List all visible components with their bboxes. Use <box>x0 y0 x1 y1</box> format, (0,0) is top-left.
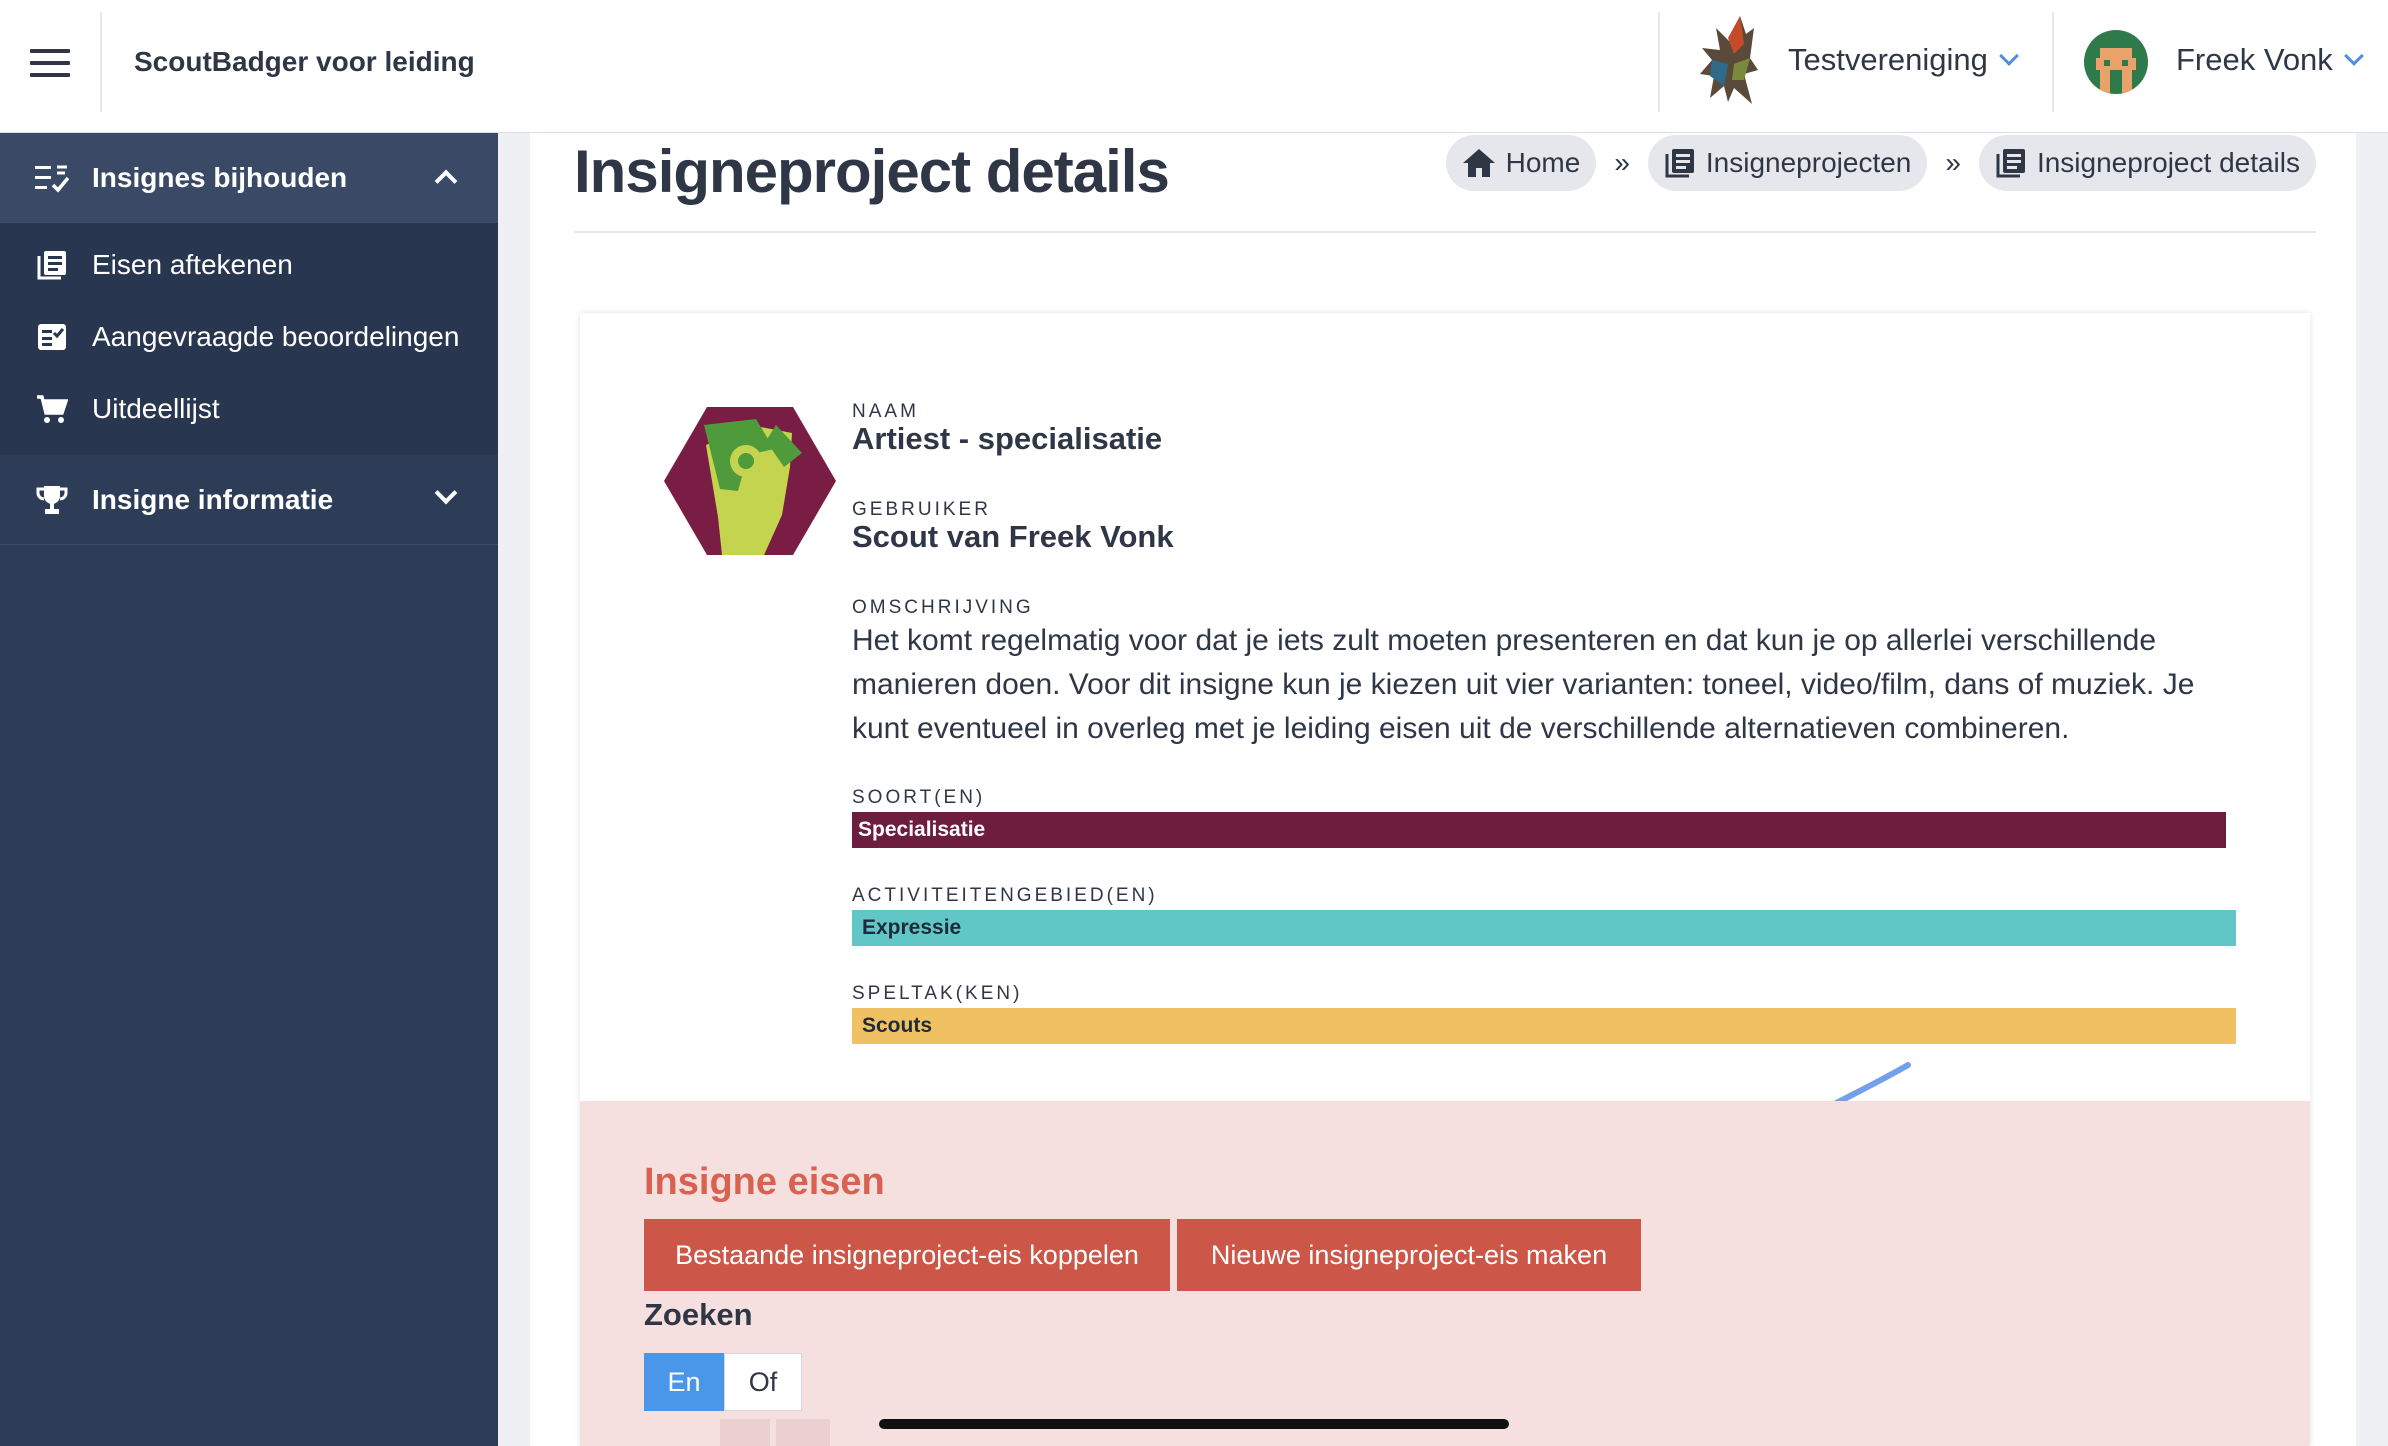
breadcrumb-insigneprojecten[interactable]: Insigneprojecten <box>1647 135 1928 191</box>
home-indicator <box>879 1419 1509 1429</box>
sidebar-group-label: Insigne informatie <box>92 483 334 515</box>
top-bar: ScoutBadger voor leiding Testvereniging … <box>0 0 2388 133</box>
activiteiten-label: ACTIVITEITENGEBIED(EN) <box>852 885 1158 906</box>
sidebar-group-label: Insignes bijhouden <box>92 161 348 193</box>
sidebar-group-insigne-informatie[interactable]: Insigne informatie <box>0 455 498 545</box>
chevron-down-icon <box>2343 46 2364 66</box>
club-selector[interactable]: Testvereniging <box>1788 42 2019 78</box>
chevron-down-icon <box>1999 46 2019 66</box>
soort-tag: Specialisatie <box>852 812 2226 848</box>
omschrijving-label: OMSCHRIJVING <box>852 597 1034 618</box>
club-name: Testvereniging <box>1788 42 1988 77</box>
chevron-down-icon <box>434 481 458 505</box>
divider <box>1658 12 1660 112</box>
hamburger-menu-icon[interactable] <box>30 49 70 79</box>
chevron-up-icon <box>434 169 458 193</box>
activiteiten-tag: Expressie <box>852 910 2236 946</box>
sidebar-item-uitdeellijst[interactable]: Uitdeellijst <box>0 373 498 445</box>
home-icon <box>1462 149 1495 177</box>
sidebar-group-insignes-bijhouden[interactable]: Insignes bijhouden <box>0 133 498 223</box>
cart-icon <box>37 395 68 423</box>
divider <box>100 12 102 112</box>
badge-name: Artiest - specialisatie <box>852 421 1163 456</box>
checklist-icon <box>38 324 66 350</box>
sidebar-item-label: Uitdeellijst <box>92 393 220 424</box>
breadcrumb-label: Insigneprojecten <box>1705 147 1912 178</box>
user-menu[interactable]: Freek Vonk <box>2176 42 2364 78</box>
page-title: Insigneproject details <box>574 138 1170 205</box>
sidebar-item-aangevraagde-beoordelingen[interactable]: Aangevraagde beoordelingen <box>0 301 498 373</box>
app-title: ScoutBadger voor leiding <box>134 46 475 77</box>
breadcrumb-insigneproject-details[interactable]: Insigneproject details <box>1978 135 2316 191</box>
breadcrumb-label: Insigneproject details <box>2036 147 2300 178</box>
main-content: Insigneproject details Home » Insignepro… <box>530 133 2356 1446</box>
trophy-icon <box>34 482 70 518</box>
user-name: Freek Vonk <box>2176 42 2333 77</box>
project-details-card: NAAM Artiest - specialisatie GEBRUIKER S… <box>580 313 2310 1446</box>
breadcrumb-separator: » <box>1614 147 1630 178</box>
description: Het komt regelmatig voor dat je iets zul… <box>852 624 2195 745</box>
divider <box>2052 12 2054 112</box>
list-book-icon <box>37 251 66 280</box>
breadcrumb-label: Home <box>1505 147 1581 178</box>
club-logo <box>1700 16 1758 104</box>
list-book-icon <box>1996 149 2025 178</box>
toggle-en[interactable]: En <box>644 1353 724 1411</box>
speltak-tag: Scouts <box>852 1008 2236 1044</box>
speltak-label: SPELTAK(KEN) <box>852 983 1023 1004</box>
breadcrumb-home[interactable]: Home <box>1445 135 1597 191</box>
filter-chip[interactable] <box>720 1419 770 1446</box>
gebruiker-label: GEBRUIKER <box>852 499 991 520</box>
sidebar-submenu: Eisen aftekenen Aangevraagde beoordeling… <box>0 223 498 455</box>
avatar[interactable] <box>2084 30 2148 94</box>
user-value: Scout van Freek Vonk <box>852 519 1174 554</box>
badge-image <box>664 407 836 555</box>
breadcrumb-separator: » <box>1945 147 1961 178</box>
naam-label: NAAM <box>852 401 919 422</box>
sidebar-item-eisen-aftekenen[interactable]: Eisen aftekenen <box>0 229 498 301</box>
koppelen-button[interactable]: Bestaande insigneproject-eis koppelen <box>644 1219 1170 1291</box>
sidebar-item-label: Eisen aftekenen <box>92 249 293 280</box>
nieuwe-eis-button[interactable]: Nieuwe insigneproject-eis maken <box>1177 1219 1641 1291</box>
insigne-eisen-section: Insigne eisen Bestaande insigneproject-e… <box>580 1101 2310 1446</box>
toggle-of[interactable]: Of <box>724 1353 802 1411</box>
breadcrumb: Home » Insigneprojecten » Insigneproject… <box>1445 135 2316 191</box>
filter-chip[interactable] <box>776 1419 830 1446</box>
divider <box>574 231 2316 233</box>
list-book-icon <box>1665 149 1694 178</box>
checklist-sort-icon <box>34 160 70 196</box>
soort-label: SOORT(EN) <box>852 787 986 808</box>
sidebar: Insignes bijhouden Eisen aftekenen Aange… <box>0 133 498 1446</box>
zoeken-label: Zoeken <box>644 1297 753 1332</box>
sidebar-item-label: Aangevraagde beoordelingen <box>92 321 460 352</box>
eisen-title: Insigne eisen <box>644 1161 885 1203</box>
